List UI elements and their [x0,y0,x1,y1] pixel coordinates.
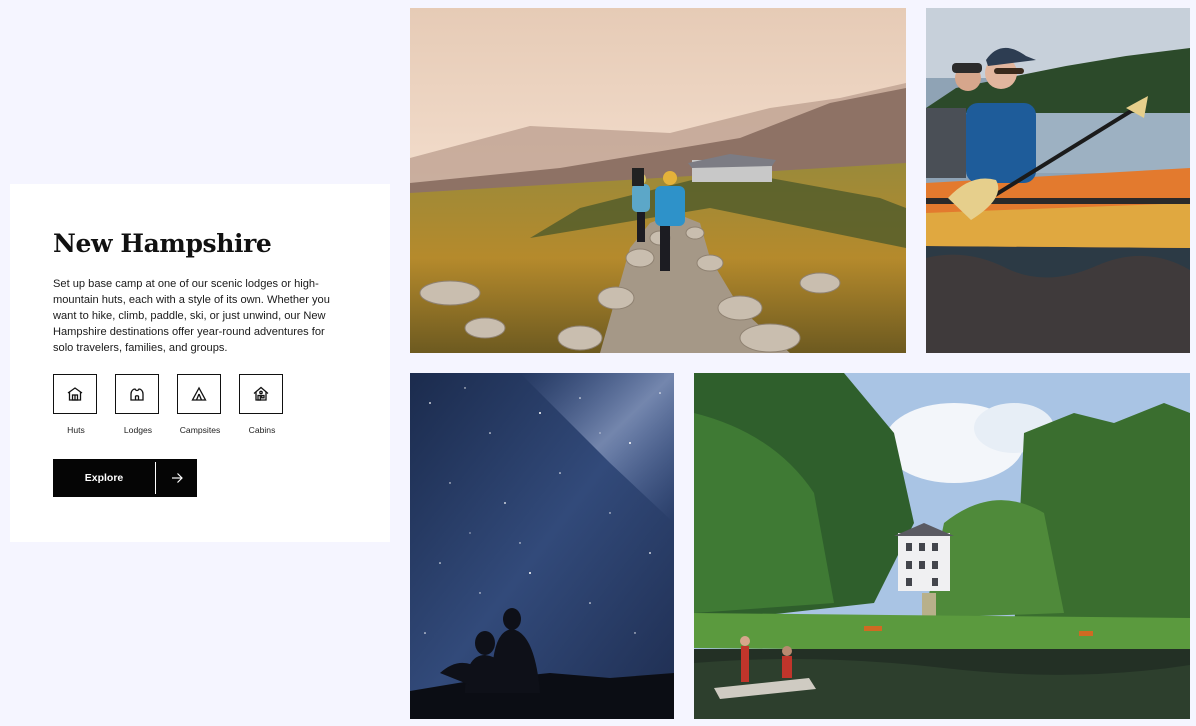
lodging-type-label: Cabins [248,425,276,435]
tent-icon[interactable] [177,374,221,414]
destination-card: New Hampshire Set up base camp at one of… [10,184,390,542]
lodging-type-label: Campsites [179,425,221,435]
lodging-types: Huts Lodges Campsites Cabins [53,374,347,435]
destination-description: Set up base camp at one of our scenic lo… [53,278,330,354]
photo-lake-lodge[interactable] [694,373,1190,719]
lodging-type-cabins[interactable]: Cabins [239,374,301,435]
photo-hikers-trail[interactable] [410,8,906,353]
lodging-type-campsites[interactable]: Campsites [177,374,239,435]
photo-kayakers[interactable] [926,8,1190,353]
explore-button[interactable]: Explore [53,459,197,497]
lodging-type-lodges[interactable]: Lodges [115,374,177,435]
lodging-type-label: Lodges [123,425,153,435]
lodging-type-label: Huts [67,425,85,435]
destination-title: New Hampshire [53,229,272,258]
lodge-icon[interactable] [115,374,159,414]
hut-icon[interactable] [53,374,97,414]
explore-button-label: Explore [84,472,124,484]
cabin-icon[interactable] [239,374,283,414]
arrow-right-icon[interactable] [156,459,197,497]
lodging-type-huts[interactable]: Huts [53,374,115,435]
photo-stargazers[interactable] [410,373,674,719]
